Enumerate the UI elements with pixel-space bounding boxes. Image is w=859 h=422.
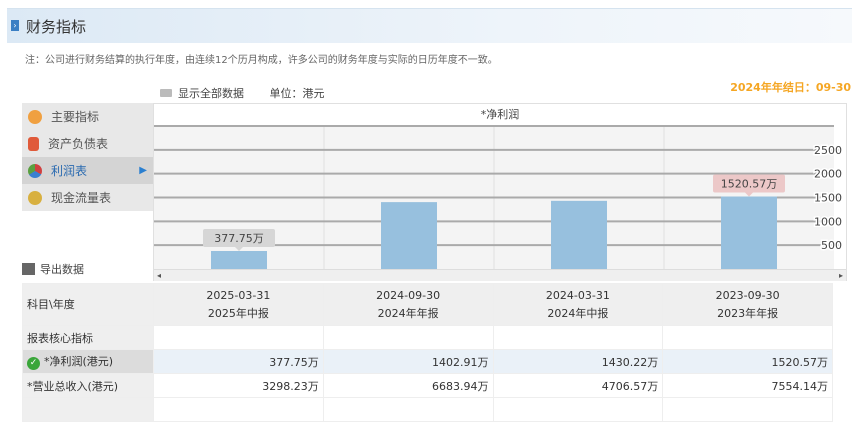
sidebar-item-cash-flow[interactable]: 现金流量表 [22,184,153,211]
bar [551,200,607,269]
cell: 1430.22万 [492,349,664,374]
bar [721,196,777,269]
row-label: *净利润(港元) [44,355,114,368]
document-icon [28,136,39,151]
bar [381,202,437,269]
corner-header: 科目\年度 [22,283,154,326]
scroll-right-icon[interactable]: ▸ [839,271,843,280]
table-row[interactable]: *营业总收入(港元) 3298.23万 6683.94万 4706.57万 75… [22,373,833,398]
sidebar-item-income-statement[interactable]: 利润表 ▶ [22,157,153,184]
table-header-row: 科目\年度 2025-03-31 2025年中报 2024-09-30 2024年年… [22,283,833,326]
check-icon: ✓ [27,357,40,370]
gear-icon [28,109,42,124]
data-label: 1520.57万 [721,178,778,191]
cell: 7554.14万 [662,373,833,398]
y-tick-label: 1000 [814,215,842,228]
y-tick-label: 2000 [814,168,842,181]
fiscal-year-end: 2024年年结日：09-30 [730,81,851,94]
financial-table: 科目\年度 2025-03-31 2025年中报 2024-09-30 2024年年… [22,283,833,422]
show-all-data-button[interactable]: 显示全部数据 [160,87,244,100]
chart-svg: 500 1000 1500 2000 2500 377.75万 1520.57万 [154,125,844,269]
chevron-right-icon: › [11,20,19,31]
pie-chart-icon [28,163,42,178]
cell: 3298.23万 [153,373,324,398]
y-tick-label: 500 [821,239,842,252]
section-label: 报表核心指标 [22,325,154,350]
export-data-button[interactable]: 导出数据 [22,261,84,277]
page-title: 财务指标 [26,18,87,36]
unit-label: 单位：港元 [269,87,325,100]
fiscal-note: 注：公司进行财务结算的执行年度，由连续12个历月构成，许多公司的财务年度与实际的… [25,55,498,66]
arrow-right-icon: ▶ [139,165,147,176]
sidebar-item-balance-sheet[interactable]: 资产负债表 [22,130,153,157]
data-label: 377.75万 [214,232,264,245]
column-header: 2025-03-31 2025年中报 [153,283,324,326]
cell: 1402.91万 [322,349,494,374]
sidebar-item-main-indicators[interactable]: 主要指标 [22,103,153,130]
column-header: 2024-09-30 2024年年报 [322,283,494,326]
export-icon [22,263,35,275]
chart-scrollbar[interactable]: ◂ ▸ [154,269,846,281]
sidebar: 主要指标 资产负债表 利润表 ▶ 现金流量表 [22,103,153,211]
scroll-left-icon[interactable]: ◂ [157,271,161,280]
cell: 1520.57万 [662,349,833,374]
net-profit-chart: *净利润 500 1000 1500 2000 2500 377.75万 1520.57万 … [153,103,847,281]
cell: 4706.57万 [492,373,664,398]
cell: 377.75万 [153,349,324,374]
column-header: 2024-03-31 2024年中报 [492,283,664,326]
section-header: › 财务指标 [7,8,852,43]
column-header: 2023-09-30 2023年年报 [662,283,833,326]
section-row: 报表核心指标 [22,325,833,350]
y-tick-label: 1500 [814,192,842,205]
cell: 6683.94万 [322,373,494,398]
y-tick-label: 2500 [814,144,842,157]
coins-icon [28,190,42,205]
bar [211,250,267,269]
table-row[interactable]: ✓ *净利润(港元) 377.75万 1402.91万 1430.22万 1520… [22,349,833,374]
row-label: *营业总收入(港元) [22,373,154,398]
comment-icon [160,89,172,97]
